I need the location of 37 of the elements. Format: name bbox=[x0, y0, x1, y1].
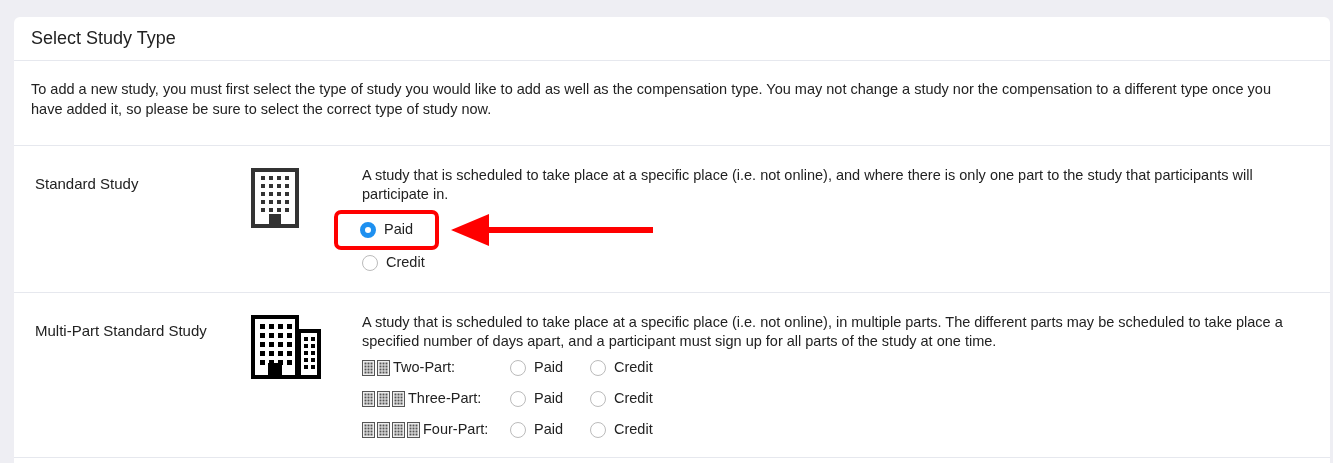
study-description: A study that is scheduled to take place at a specific place (i.e. not online), and where there is only one part to the study that participants will participate in. bbox=[362, 166, 1254, 204]
study-type-name: Standard Study bbox=[35, 174, 140, 194]
radio-button[interactable] bbox=[590, 360, 606, 376]
building-icon bbox=[392, 422, 405, 438]
radio-option[interactable]: Paid bbox=[334, 210, 440, 250]
building-icon bbox=[377, 422, 390, 438]
building-icon bbox=[407, 422, 420, 438]
building-icon bbox=[377, 391, 390, 407]
arrow-icon bbox=[451, 214, 654, 246]
part-label: Four-Part: bbox=[423, 420, 489, 440]
radio-button[interactable] bbox=[510, 391, 526, 407]
building-icon bbox=[392, 391, 405, 407]
intro-text: To add a new study, you must first select the type of study you would like to add as well as the compensation type. You may not change a study nor the compensation to a different type once you have added it, so please be sure to select the correct type of study now. bbox=[14, 61, 1330, 146]
part-label: Three-Part: bbox=[408, 389, 482, 409]
panel-title: Select Study Type bbox=[31, 27, 176, 50]
building-icon bbox=[362, 391, 375, 407]
building-icon bbox=[251, 168, 299, 228]
study-type-name: Multi-Part Standard Study bbox=[35, 321, 208, 341]
radio-button[interactable] bbox=[590, 422, 606, 438]
radio-button[interactable] bbox=[510, 422, 526, 438]
building-icon bbox=[362, 422, 375, 438]
building-icon bbox=[362, 360, 375, 376]
building-icon bbox=[377, 360, 390, 376]
radio-option[interactable]: Credit bbox=[590, 357, 670, 379]
radio-option[interactable]: Credit bbox=[590, 419, 670, 441]
radio-option[interactable]: Credit bbox=[362, 250, 425, 276]
buildings-icon bbox=[251, 315, 321, 379]
radio-option[interactable]: Credit bbox=[590, 388, 670, 410]
study-description: A study that is scheduled to take place at a specific place (i.e. not online), in multiple parts. The different parts may be scheduled to take place a specified number of days apart, and a participant must sign up for all parts of the study at one time. bbox=[362, 313, 1284, 351]
radio-option[interactable]: Paid bbox=[510, 419, 590, 441]
radio-button[interactable] bbox=[510, 360, 526, 376]
radio-button[interactable] bbox=[362, 255, 378, 271]
radio-option[interactable]: Paid bbox=[510, 388, 590, 410]
radio-button[interactable] bbox=[590, 391, 606, 407]
radio-button[interactable] bbox=[360, 222, 376, 238]
part-label: Two-Part: bbox=[393, 358, 456, 378]
radio-option[interactable]: Paid bbox=[510, 357, 590, 379]
